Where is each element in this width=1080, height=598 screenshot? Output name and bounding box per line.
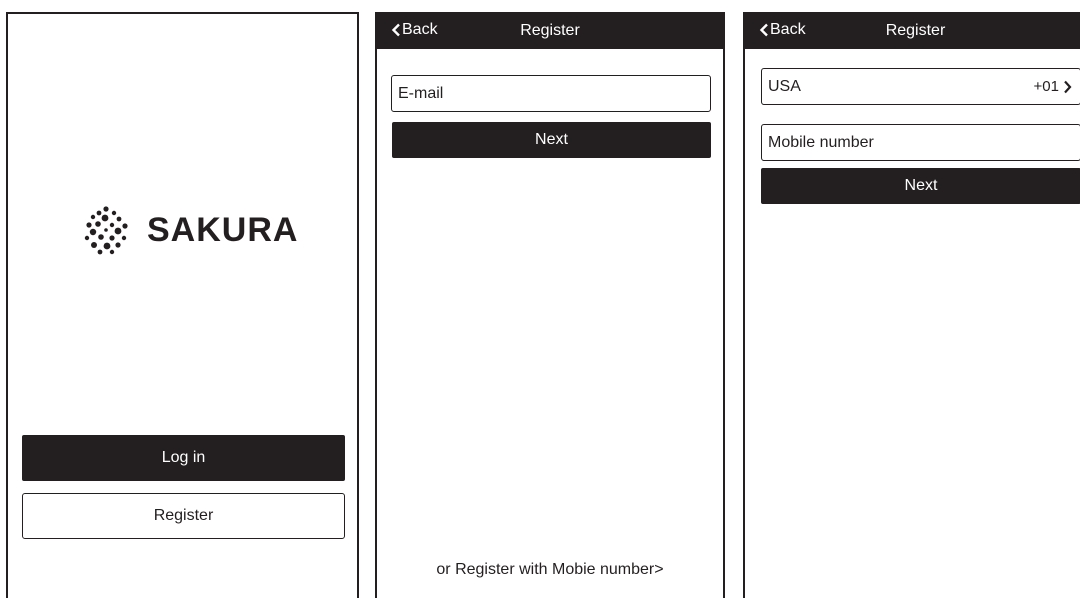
top-bar: Back Register — [377, 14, 723, 49]
register-mobile-screen: Back Register USA +01 Mobile number Next — [743, 12, 1080, 598]
country-name: USA — [768, 77, 801, 95]
page-title: Register — [520, 22, 580, 39]
register-with-mobile-link[interactable]: or Register with Mobie number> — [377, 561, 723, 579]
country-selector[interactable]: USA +01 — [761, 68, 1080, 105]
login-button[interactable]: Log in — [22, 435, 345, 481]
register-button[interactable]: Register — [22, 493, 345, 539]
mobile-placeholder: Mobile number — [768, 133, 874, 151]
next-button[interactable]: Next — [392, 122, 711, 158]
register-email-screen: Back Register E-mail Next or Register wi… — [375, 12, 725, 598]
chevron-right-icon — [1064, 80, 1072, 93]
brand-name: SAKURA — [147, 210, 299, 249]
top-bar: Back Register — [745, 14, 1080, 49]
next-button[interactable]: Next — [761, 168, 1080, 204]
page-title: Register — [885, 22, 946, 39]
welcome-screen: SAKURA Log in Register — [6, 12, 359, 598]
mobile-number-field[interactable]: Mobile number — [761, 124, 1080, 161]
country-code: +01 — [1033, 78, 1059, 95]
sakura-logo: SAKURA — [81, 205, 298, 255]
email-placeholder: E-mail — [398, 84, 444, 102]
email-field[interactable]: E-mail — [391, 75, 711, 112]
dots-burst-icon — [84, 206, 128, 255]
country-code-wrap: +01 — [1034, 78, 1072, 95]
